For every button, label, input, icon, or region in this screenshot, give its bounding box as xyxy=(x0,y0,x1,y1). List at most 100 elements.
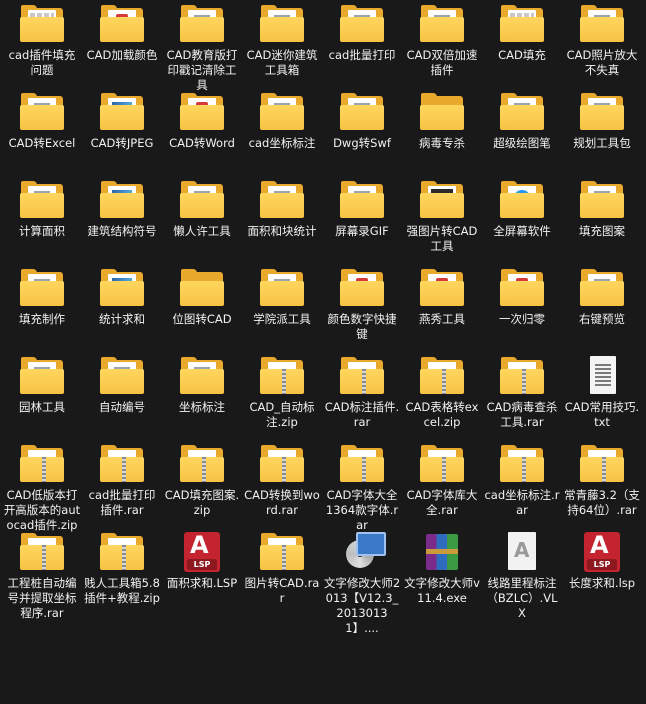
file-item[interactable]: 强图片转CAD工具 xyxy=(402,180,482,268)
file-item-label: 学院派工具 xyxy=(253,312,311,326)
file-item[interactable]: CAD低版本打开高版本的autocad插件.zip xyxy=(2,444,82,532)
file-item[interactable]: 园林工具 xyxy=(2,356,82,444)
folder-icon xyxy=(258,180,306,220)
file-item[interactable]: 自动编号 xyxy=(82,356,162,444)
file-item[interactable]: cad批量打印插件.rar xyxy=(82,444,162,532)
file-item-label: 填充制作 xyxy=(19,312,65,326)
folder-icon xyxy=(258,4,306,44)
file-item[interactable]: CAD转Excel xyxy=(2,92,82,180)
file-item[interactable]: CAD表格转excel.zip xyxy=(402,356,482,444)
file-item[interactable]: 病毒专杀 xyxy=(402,92,482,180)
file-item[interactable]: CAD转JPEG xyxy=(82,92,162,180)
winrar-icon xyxy=(418,532,466,572)
file-item-label: cad坐标标注.rar xyxy=(484,488,560,517)
file-item[interactable]: 填充图案 xyxy=(562,180,642,268)
file-item[interactable]: CAD病毒查杀工具.rar xyxy=(482,356,562,444)
file-item[interactable]: CAD加载颜色 xyxy=(82,4,162,92)
file-item[interactable]: 位图转CAD xyxy=(162,268,242,356)
file-item[interactable]: LSP 长度求和.lsp xyxy=(562,531,642,620)
file-item[interactable]: CAD照片放大不失真 xyxy=(562,4,642,92)
file-item-label: CAD转换到word.rar xyxy=(244,488,320,517)
file-item[interactable]: CAD字体大全1364款字体.rar xyxy=(322,444,402,532)
file-item[interactable]: 计算面积 xyxy=(2,180,82,268)
file-item-label: 位图转CAD xyxy=(172,312,232,326)
file-item[interactable]: 右键预览 xyxy=(562,268,642,356)
file-item-label: 文字修改大师v11.4.exe xyxy=(404,576,480,605)
zip-folder-icon xyxy=(98,444,146,484)
file-item[interactable]: 工程桩自动编号并提取坐标程序.rar xyxy=(2,532,82,620)
file-item-label: cad坐标标注 xyxy=(248,136,316,150)
file-item-label: cad批量打印 xyxy=(328,48,396,62)
file-item[interactable]: 统计求和 xyxy=(82,268,162,356)
file-item[interactable]: cad坐标标注.rar xyxy=(482,444,562,532)
file-item-label: 图片转CAD.rar xyxy=(244,576,320,605)
file-item[interactable]: 文字修改大师v11.4.exe xyxy=(402,532,482,620)
file-item[interactable]: 燕秀工具 xyxy=(402,268,482,356)
file-item[interactable]: 面积和块统计 xyxy=(242,180,322,268)
file-item-label: 规划工具包 xyxy=(573,136,631,150)
file-item[interactable]: 文字修改大师2013【V12.3_20130131】.... xyxy=(322,532,402,635)
file-item[interactable]: Dwg转Swf xyxy=(322,92,402,180)
folder-icon xyxy=(338,180,386,220)
file-item-label: CAD填充 xyxy=(498,48,546,62)
file-item-label: 超级绘图笔 xyxy=(493,136,551,150)
file-item[interactable]: 全屏幕软件 xyxy=(482,180,562,268)
file-item[interactable]: CAD迷你建筑工具箱 xyxy=(242,4,322,92)
file-item-label: 右键预览 xyxy=(579,312,625,326)
folder-icon xyxy=(18,92,66,132)
folder-icon xyxy=(98,180,146,220)
file-item[interactable]: 规划工具包 xyxy=(562,92,642,180)
zip-folder-icon xyxy=(578,444,626,484)
zip-folder-icon xyxy=(418,444,466,484)
file-item[interactable]: cad批量打印 xyxy=(322,4,402,92)
folder-icon xyxy=(498,180,546,220)
file-item[interactable]: CAD常用技巧.txt xyxy=(562,356,642,444)
file-item[interactable]: 颜色数字快捷键 xyxy=(322,268,402,356)
file-item-label: CAD转Word xyxy=(169,136,235,150)
file-item[interactable]: LSP 面积求和.LSP xyxy=(162,531,242,620)
file-item[interactable]: CAD双倍加速插件 xyxy=(402,4,482,92)
installer-icon xyxy=(338,532,386,572)
file-item-label: cad插件填充问题 xyxy=(8,48,76,77)
file-item[interactable]: 填充制作 xyxy=(2,268,82,356)
file-item[interactable]: 建筑结构符号 xyxy=(82,180,162,268)
folder-icon xyxy=(578,268,626,308)
lsp-file-icon: LSP xyxy=(578,531,626,572)
file-item[interactable]: cad坐标标注 xyxy=(242,92,322,180)
folder-icon xyxy=(498,268,546,308)
file-item[interactable]: CAD转换到word.rar xyxy=(242,444,322,532)
file-item-label: CAD加载颜色 xyxy=(86,48,158,62)
file-item[interactable]: 超级绘图笔 xyxy=(482,92,562,180)
file-item[interactable]: 懒人许工具 xyxy=(162,180,242,268)
file-item[interactable]: CAD_自动标注.zip xyxy=(242,356,322,444)
file-item-label: 统计求和 xyxy=(99,312,145,326)
file-item[interactable]: CAD字体库大全.rar xyxy=(402,444,482,532)
file-item[interactable]: CAD标注插件.rar xyxy=(322,356,402,444)
zip-folder-icon xyxy=(18,444,66,484)
file-item-label: 颜色数字快捷键 xyxy=(327,312,397,341)
file-item[interactable]: 常青藤3.2（支持64位）.rar xyxy=(562,444,642,532)
file-item[interactable]: CAD填充 xyxy=(482,4,562,92)
file-item[interactable]: 坐标标注 xyxy=(162,356,242,444)
file-item-label: 坐标标注 xyxy=(179,400,225,414)
file-item[interactable]: CAD教育版打印戳记清除工具 xyxy=(162,4,242,92)
file-item[interactable]: CAD转Word xyxy=(162,92,242,180)
folder-icon xyxy=(578,92,626,132)
zip-folder-icon xyxy=(338,356,386,396)
file-item-label: Dwg转Swf xyxy=(333,136,391,150)
file-item[interactable]: 图片转CAD.rar xyxy=(242,532,322,620)
folder-icon xyxy=(498,4,546,44)
file-icon-grid: cad插件填充问题 CAD加载颜色 CAD教育版打印戳记清除工具 CAD迷你建筑工具箱… xyxy=(0,0,646,704)
file-item[interactable]: cad插件填充问题 xyxy=(2,4,82,92)
file-item[interactable]: 贱人工具箱5.8插件+教程.zip xyxy=(82,532,162,620)
file-item[interactable]: 线路里程标注（BZLC）.VLX xyxy=(482,532,562,620)
file-item[interactable]: CAD填充图案.zip xyxy=(162,444,242,532)
folder-icon xyxy=(18,4,66,44)
lsp-tag: LSP xyxy=(587,559,617,570)
lsp-tag: LSP xyxy=(187,559,217,570)
file-item[interactable]: 屏幕录GIF xyxy=(322,180,402,268)
file-item[interactable]: 一次归零 xyxy=(482,268,562,356)
file-item-label: 强图片转CAD工具 xyxy=(406,224,478,253)
file-item[interactable]: 学院派工具 xyxy=(242,268,322,356)
file-item-label: CAD常用技巧.txt xyxy=(564,400,640,429)
